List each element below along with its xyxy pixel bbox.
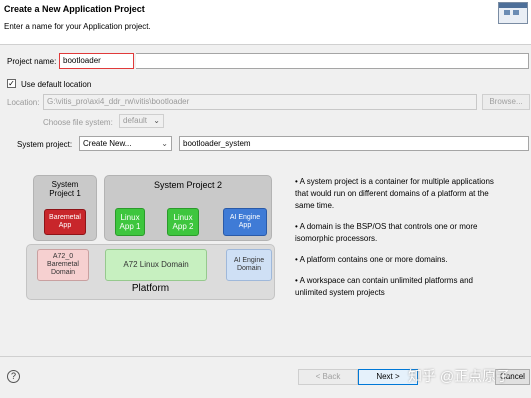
system-project-1-label: System Project 1 bbox=[49, 180, 81, 198]
footer-divider bbox=[0, 356, 531, 357]
info-panel: • A system project is a container for mu… bbox=[295, 176, 495, 308]
system-project-label: System project: bbox=[17, 140, 73, 149]
a72-linux-domain-label: A72 Linux Domain bbox=[123, 260, 189, 269]
back-button[interactable]: < Back bbox=[298, 369, 358, 385]
location-input[interactable]: G:\vitis_pro\axi4_ddr_rw\vitis\bootloade… bbox=[43, 94, 477, 110]
use-default-location-label: Use default location bbox=[21, 80, 92, 89]
system-project-name-value: bootloader_system bbox=[183, 139, 251, 148]
ai-engine-app-label: AI Engine App bbox=[229, 214, 261, 229]
wizard-banner-icon bbox=[498, 2, 528, 24]
system-project-2-label: System Project 2 bbox=[153, 180, 223, 190]
browse-button[interactable]: Browse... bbox=[482, 94, 530, 110]
location-label: Location: bbox=[7, 98, 40, 107]
file-system-value: default bbox=[123, 116, 148, 125]
a72-baremetal-domain-label: A72_0 Baremetal Domain bbox=[47, 253, 79, 276]
project-name-value: bootloader bbox=[63, 56, 101, 65]
watermark: 知乎 @正点原子 bbox=[408, 368, 511, 384]
page-title: Create a New Application Project bbox=[4, 4, 145, 14]
a72-baremetal-domain-box: A72_0 Baremetal Domain bbox=[37, 249, 89, 281]
system-project-1-box: System Project 1 Baremetal App bbox=[33, 175, 97, 241]
use-default-location-checkbox[interactable]: ✓ bbox=[7, 79, 16, 88]
help-icon[interactable]: ? bbox=[7, 370, 20, 383]
baremetal-app-label: Baremetal App bbox=[49, 214, 81, 229]
info-line: • A system project is a container for mu… bbox=[295, 177, 494, 210]
system-project-name-input[interactable]: bootloader_system bbox=[179, 136, 529, 151]
ai-engine-domain-label: AI Engine Domain bbox=[233, 257, 265, 272]
ai-engine-domain-box: AI Engine Domain bbox=[226, 249, 272, 281]
project-name-input[interactable] bbox=[136, 53, 529, 69]
a72-linux-domain-box: A72 Linux Domain bbox=[105, 249, 207, 281]
file-system-select[interactable]: default ⌄ bbox=[119, 114, 164, 128]
choose-file-system-label: Choose file system: bbox=[43, 118, 113, 127]
chevron-down-icon: ⌄ bbox=[161, 139, 168, 148]
system-project-2-box: System Project 2 Linux App 1 Linux App 2… bbox=[104, 175, 272, 241]
info-line: • A platform contains one or more domain… bbox=[295, 255, 448, 264]
baremetal-app-box: Baremetal App bbox=[44, 209, 86, 235]
system-project-value: Create New... bbox=[83, 139, 132, 148]
linux-app-2-label: Linux App 2 bbox=[172, 213, 194, 231]
platform-label: Platform bbox=[131, 283, 170, 294]
wizard-header: Create a New Application Project Enter a… bbox=[0, 0, 531, 45]
platform-box: A72_0 Baremetal Domain A72 Linux Domain … bbox=[26, 244, 275, 300]
project-name-label: Project name: bbox=[7, 57, 57, 66]
linux-app-1-label: Linux App 1 bbox=[119, 213, 141, 231]
system-project-select[interactable]: Create New... ⌄ bbox=[79, 136, 172, 151]
location-value: G:\vitis_pro\axi4_ddr_rw\vitis\bootloade… bbox=[47, 97, 190, 106]
info-line: • A domain is the BSP/OS that controls o… bbox=[295, 222, 478, 243]
linux-app-2-box: Linux App 2 bbox=[167, 208, 199, 236]
info-line: • A workspace can contain unlimited plat… bbox=[295, 276, 474, 297]
ai-engine-app-box: AI Engine App bbox=[223, 208, 267, 236]
linux-app-1-box: Linux App 1 bbox=[115, 208, 145, 236]
page-subtitle: Enter a name for your Application projec… bbox=[4, 22, 151, 31]
chevron-down-icon: ⌄ bbox=[153, 116, 160, 125]
project-name-input-highlight[interactable]: bootloader bbox=[59, 53, 134, 69]
system-project-diagram: System Project 1 Baremetal App System Pr… bbox=[24, 170, 278, 304]
